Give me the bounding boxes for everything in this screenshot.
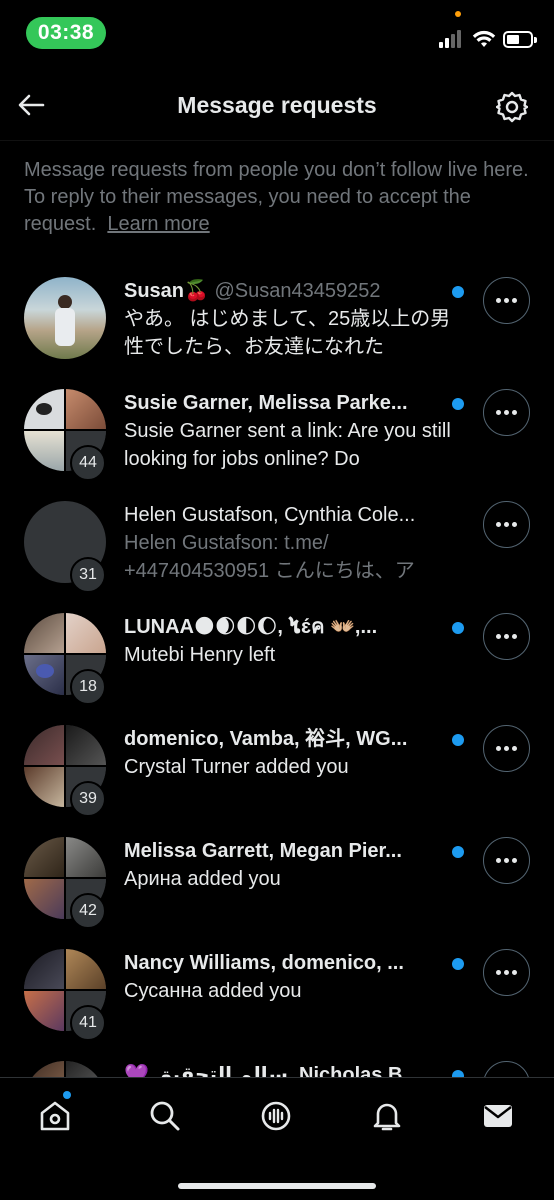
unread-indicator bbox=[452, 846, 464, 858]
message-request-list: Susan🍒 @Susan43459252 やあ。 はじめまして、25歳以上の男… bbox=[0, 265, 554, 1077]
message-request-row[interactable]: 39 domenico, Vamba, 裕斗, WG... Crystal Tu… bbox=[0, 713, 554, 825]
message-request-row[interactable]: 44 Susie Garner, Melissa Parke... Susie … bbox=[0, 377, 554, 489]
row-content: Melissa Garrett, Megan Pier... Арина add… bbox=[124, 837, 454, 893]
unread-indicator bbox=[452, 398, 464, 410]
nav-home[interactable] bbox=[35, 1096, 75, 1136]
participant-count-badge: 41 bbox=[70, 1005, 106, 1041]
group-avatar bbox=[24, 1061, 106, 1077]
row-content: 💜 سالم التحقيق, Nicholas B... bbox=[124, 1061, 454, 1077]
cellular-signal-icon bbox=[439, 30, 465, 48]
unread-indicator bbox=[452, 622, 464, 634]
more-options-button[interactable] bbox=[483, 949, 530, 996]
home-icon bbox=[40, 1101, 70, 1131]
settings-button[interactable] bbox=[494, 89, 530, 125]
unread-indicator bbox=[452, 734, 464, 746]
sender-name: Susan🍒 bbox=[124, 280, 209, 302]
nav-search[interactable] bbox=[145, 1096, 185, 1136]
learn-more-link[interactable]: Learn more bbox=[107, 213, 209, 235]
header-divider bbox=[0, 140, 554, 141]
conversation-title: LUNAA🌑🌒🌓🌔, ໄɛ́ค 👐🏼,... bbox=[124, 616, 378, 638]
message-request-row[interactable]: 💜 سالم التحقيق, Nicholas B... bbox=[0, 1049, 554, 1077]
row-content: Susie Garner, Melissa Parke... Susie Gar… bbox=[124, 389, 454, 473]
participant-count-badge: 39 bbox=[70, 781, 106, 817]
more-options-button[interactable] bbox=[483, 501, 530, 548]
wifi-icon bbox=[472, 30, 496, 47]
status-bar: 03:38 bbox=[0, 0, 554, 70]
message-preview: Helen Gustafson: t.me/ +447404530951 こんに… bbox=[124, 532, 415, 582]
message-preview: Mutebi Henry left bbox=[124, 644, 276, 666]
participant-count-badge: 18 bbox=[70, 669, 106, 705]
notifications-icon bbox=[373, 1103, 401, 1131]
message-request-row[interactable]: 31 Helen Gustafson, Cynthia Cole... Hele… bbox=[0, 489, 554, 601]
row-content: domenico, Vamba, 裕斗, WG... Crystal Turne… bbox=[124, 725, 454, 781]
gear-icon bbox=[496, 91, 528, 123]
home-notification-dot bbox=[63, 1091, 71, 1099]
conversation-title: Susan🍒 @Susan43459252 bbox=[124, 277, 454, 305]
message-request-row[interactable]: 41 Nancy Williams, domenico, ... Сусанна… bbox=[0, 937, 554, 1049]
unread-indicator bbox=[452, 286, 464, 298]
search-icon bbox=[150, 1101, 180, 1131]
top-bar: Message requests bbox=[0, 70, 554, 142]
nav-notifications[interactable] bbox=[367, 1096, 407, 1136]
nav-messages[interactable] bbox=[478, 1096, 518, 1136]
sender-handle: @Susan43459252 bbox=[214, 280, 381, 302]
message-preview: Арина added you bbox=[124, 868, 281, 890]
status-time: 03:38 bbox=[26, 17, 106, 49]
battery-icon bbox=[503, 31, 537, 48]
avatar bbox=[24, 277, 106, 359]
participant-count-badge: 42 bbox=[70, 893, 106, 929]
row-content: Susan🍒 @Susan43459252 やあ。 はじめまして、25歳以上の男… bbox=[124, 277, 454, 361]
conversation-title: domenico, Vamba, 裕斗, WG... bbox=[124, 728, 408, 750]
message-preview: Crystal Turner added you bbox=[124, 756, 349, 778]
more-options-button[interactable] bbox=[483, 837, 530, 884]
conversation-title: 💜 سالم التحقيق, Nicholas B... bbox=[124, 1064, 420, 1077]
bottom-navigation bbox=[0, 1077, 554, 1200]
message-preview: やあ。 はじめまして、25歳以上の男性でしたら、お友達になれた bbox=[124, 308, 451, 358]
more-options-button[interactable] bbox=[483, 613, 530, 660]
nav-spaces[interactable] bbox=[256, 1096, 296, 1136]
page-title: Message requests bbox=[177, 92, 377, 118]
conversation-title: Susie Garner, Melissa Parke... bbox=[124, 392, 408, 414]
messages-icon bbox=[484, 1105, 512, 1127]
spaces-icon bbox=[261, 1101, 291, 1131]
participant-count-badge: 31 bbox=[70, 557, 106, 593]
conversation-title: Helen Gustafson, Cynthia Cole... bbox=[124, 504, 416, 526]
message-preview: Susie Garner sent a link: Are you still … bbox=[124, 420, 451, 470]
participant-count-badge: 44 bbox=[70, 445, 106, 481]
unread-indicator bbox=[452, 1070, 464, 1077]
info-description: Message requests from people you don’t f… bbox=[24, 159, 529, 235]
message-request-row[interactable]: 42 Melissa Garrett, Megan Pier... Арина … bbox=[0, 825, 554, 937]
message-request-row[interactable]: Susan🍒 @Susan43459252 やあ。 はじめまして、25歳以上の男… bbox=[0, 265, 554, 377]
conversation-title: Nancy Williams, domenico, ... bbox=[124, 952, 404, 974]
conversation-title: Melissa Garrett, Megan Pier... bbox=[124, 840, 402, 862]
more-options-button[interactable] bbox=[483, 725, 530, 772]
row-content: Helen Gustafson, Cynthia Cole... Helen G… bbox=[124, 501, 454, 585]
home-indicator bbox=[178, 1183, 376, 1189]
message-preview: Сусанна added you bbox=[124, 980, 302, 1002]
message-request-row[interactable]: 18 LUNAA🌑🌒🌓🌔, ໄɛ́ค 👐🏼,... Mutebi Henry l… bbox=[0, 601, 554, 713]
privacy-indicator-dot bbox=[455, 11, 461, 17]
more-options-button[interactable] bbox=[483, 1061, 530, 1077]
info-text: Message requests from people you don’t f… bbox=[24, 157, 534, 238]
more-options-button[interactable] bbox=[483, 277, 530, 324]
more-options-button[interactable] bbox=[483, 389, 530, 436]
row-content: Nancy Williams, domenico, ... Сусанна ad… bbox=[124, 949, 454, 1005]
unread-indicator bbox=[452, 958, 464, 970]
row-content: LUNAA🌑🌒🌓🌔, ໄɛ́ค 👐🏼,... Mutebi Henry left bbox=[124, 613, 454, 669]
